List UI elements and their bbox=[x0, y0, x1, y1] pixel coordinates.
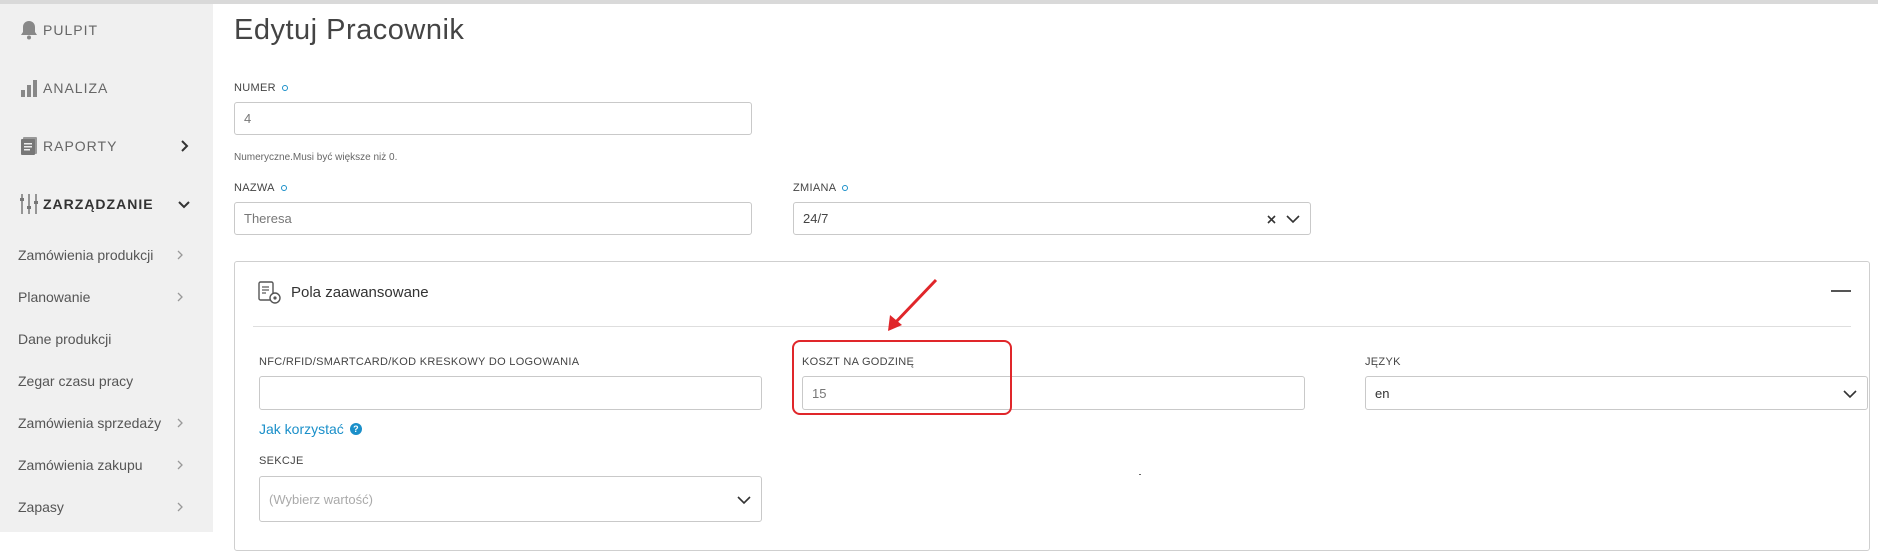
nfc-input[interactable] bbox=[259, 376, 762, 410]
sidebar: PULPIT ANALIZA RAPORTY ZARZĄDZANIE Zamów… bbox=[0, 4, 213, 532]
sidebar-item-label: Dane produkcji bbox=[18, 331, 112, 347]
help-icon: ? bbox=[349, 423, 362, 435]
chevron-right-icon bbox=[177, 502, 183, 512]
zmiana-label: ZMIANA bbox=[793, 182, 849, 194]
nazwa-label: NAZWA bbox=[234, 182, 287, 194]
nav-item-analiza[interactable]: ANALIZA bbox=[0, 68, 213, 108]
nav-item-raporty[interactable]: RAPORTY bbox=[0, 126, 213, 166]
nfc-label: NFC/RFID/SMARTCARD/KOD KRESKOWY DO LOGOW… bbox=[259, 356, 580, 368]
sidebar-item-label: Zamówienia sprzedaży bbox=[18, 415, 162, 431]
nav-item-pulpit[interactable]: PULPIT bbox=[0, 10, 213, 50]
jezyk-value: en bbox=[1375, 385, 1390, 401]
nazwa-value: Theresa bbox=[244, 211, 292, 226]
main-content: Edytuj Pracownik NUMER 4 Numeryczne.Musi… bbox=[213, 4, 1878, 551]
zmiana-label-text: ZMIANA bbox=[793, 182, 837, 194]
sidebar-item-zegar-czasu-pracy[interactable]: Zegar czasu pracy bbox=[0, 364, 213, 398]
page-title: Edytuj Pracownik bbox=[234, 14, 465, 46]
sidebar-item-zamowienia-produkcji[interactable]: Zamówienia produkcji bbox=[0, 238, 213, 272]
collapse-button[interactable] bbox=[1831, 290, 1851, 292]
annotation-arrow-icon bbox=[888, 278, 938, 331]
numer-input[interactable]: 4 bbox=[234, 102, 752, 135]
required-indicator bbox=[281, 85, 288, 91]
chevron-down-icon bbox=[178, 201, 190, 209]
required-indicator bbox=[280, 185, 287, 191]
sidebar-item-dane-produkcji[interactable]: Dane produkcji bbox=[0, 322, 213, 356]
sidebar-item-label: Planowanie bbox=[18, 289, 91, 305]
chevron-right-icon bbox=[177, 250, 183, 260]
panel-title: Pola zaawansowane bbox=[291, 284, 429, 301]
settings-document-icon bbox=[258, 281, 281, 304]
nazwa-label-text: NAZWA bbox=[234, 182, 275, 194]
advanced-fields-panel: Pola zaawansowane NFC/RFID/SMARTCARD/KOD… bbox=[234, 261, 1870, 551]
sliders-icon bbox=[18, 193, 40, 215]
required-indicator bbox=[842, 185, 849, 191]
help-link[interactable]: Jak korzystać ? bbox=[259, 421, 362, 437]
chevron-right-icon bbox=[177, 292, 183, 302]
jezyk-select[interactable]: en bbox=[1365, 376, 1868, 410]
bell-icon bbox=[18, 19, 40, 41]
nazwa-input[interactable]: Theresa bbox=[234, 202, 752, 235]
bar-chart-icon bbox=[18, 77, 40, 99]
chevron-down-icon bbox=[737, 496, 751, 505]
jezyk-label: JĘZYK bbox=[1365, 356, 1401, 368]
numer-hint: Numeryczne.Musi być większe niż 0. bbox=[234, 152, 398, 163]
numer-label-text: NUMER bbox=[234, 82, 276, 94]
chevron-right-icon bbox=[181, 140, 189, 152]
chevron-down-icon[interactable] bbox=[1286, 214, 1300, 224]
zmiana-select[interactable]: 24/7 bbox=[793, 202, 1311, 235]
nav-label: ANALIZA bbox=[43, 80, 109, 96]
divider bbox=[253, 326, 1851, 327]
zmiana-value: 24/7 bbox=[803, 211, 829, 226]
nav-label: RAPORTY bbox=[43, 138, 118, 154]
sekcje-label: SEKCJE bbox=[259, 455, 304, 467]
sidebar-item-zapasy[interactable]: Zapasy bbox=[0, 490, 213, 524]
sidebar-item-label: Zegar czasu pracy bbox=[18, 373, 134, 389]
help-link-label: Jak korzystać bbox=[259, 421, 344, 437]
nav-label: PULPIT bbox=[43, 22, 99, 38]
nav-item-zarzadzanie[interactable]: ZARZĄDZANIE bbox=[0, 184, 213, 224]
numer-label: NUMER bbox=[234, 82, 288, 94]
clear-icon[interactable] bbox=[1267, 215, 1276, 224]
sekcje-placeholder: (Wybierz wartość) bbox=[269, 491, 373, 507]
nav-label: ZARZĄDZANIE bbox=[43, 196, 154, 212]
sidebar-item-zamowienia-sprzedazy[interactable]: Zamówienia sprzedaży bbox=[0, 406, 213, 440]
chevron-right-icon bbox=[177, 460, 183, 470]
sidebar-item-label: Zamówienia produkcji bbox=[18, 247, 154, 263]
sekcje-select[interactable]: (Wybierz wartość) bbox=[259, 476, 762, 522]
chevron-down-icon bbox=[1843, 390, 1857, 399]
sidebar-item-zamowienia-zakupu[interactable]: Zamówienia zakupu bbox=[0, 448, 213, 482]
sidebar-item-label: Zamówienia zakupu bbox=[18, 457, 143, 473]
stray-mark bbox=[1139, 474, 1141, 475]
annotation-highlight-box bbox=[792, 340, 1012, 415]
sidebar-item-planowanie[interactable]: Planowanie bbox=[0, 280, 213, 314]
sidebar-item-label: Zapasy bbox=[18, 499, 64, 515]
report-icon bbox=[18, 135, 40, 157]
chevron-right-icon bbox=[177, 418, 183, 428]
numer-value: 4 bbox=[244, 111, 252, 126]
